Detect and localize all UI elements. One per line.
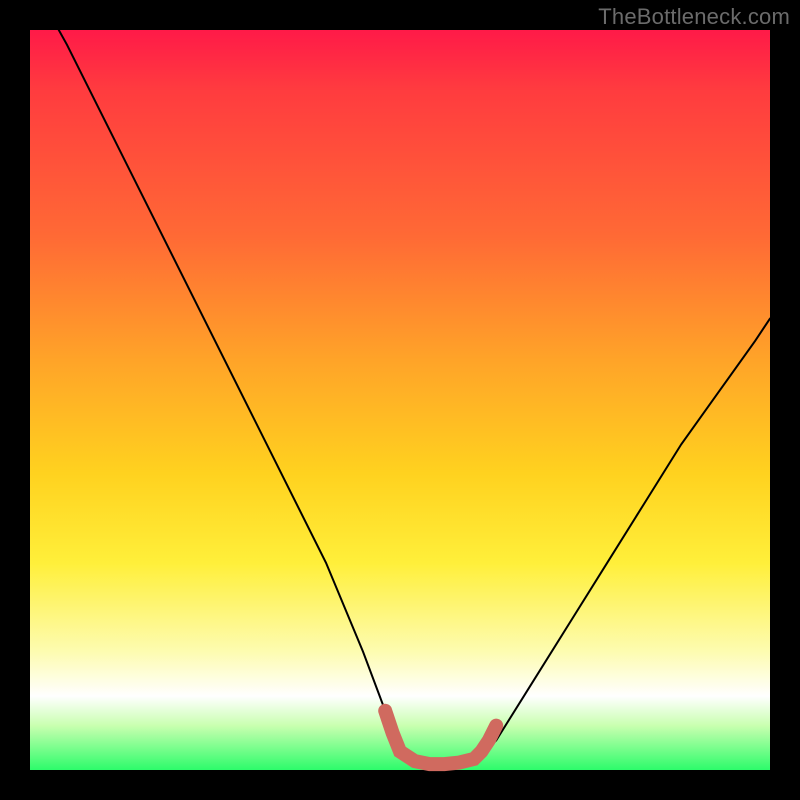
plot-area [30,30,770,770]
optimal-range-highlight [385,711,496,764]
watermark-label: TheBottleneck.com [598,4,790,30]
bottleneck-curve [30,0,770,766]
chart-frame: TheBottleneck.com [0,0,800,800]
curve-layer [30,30,770,770]
